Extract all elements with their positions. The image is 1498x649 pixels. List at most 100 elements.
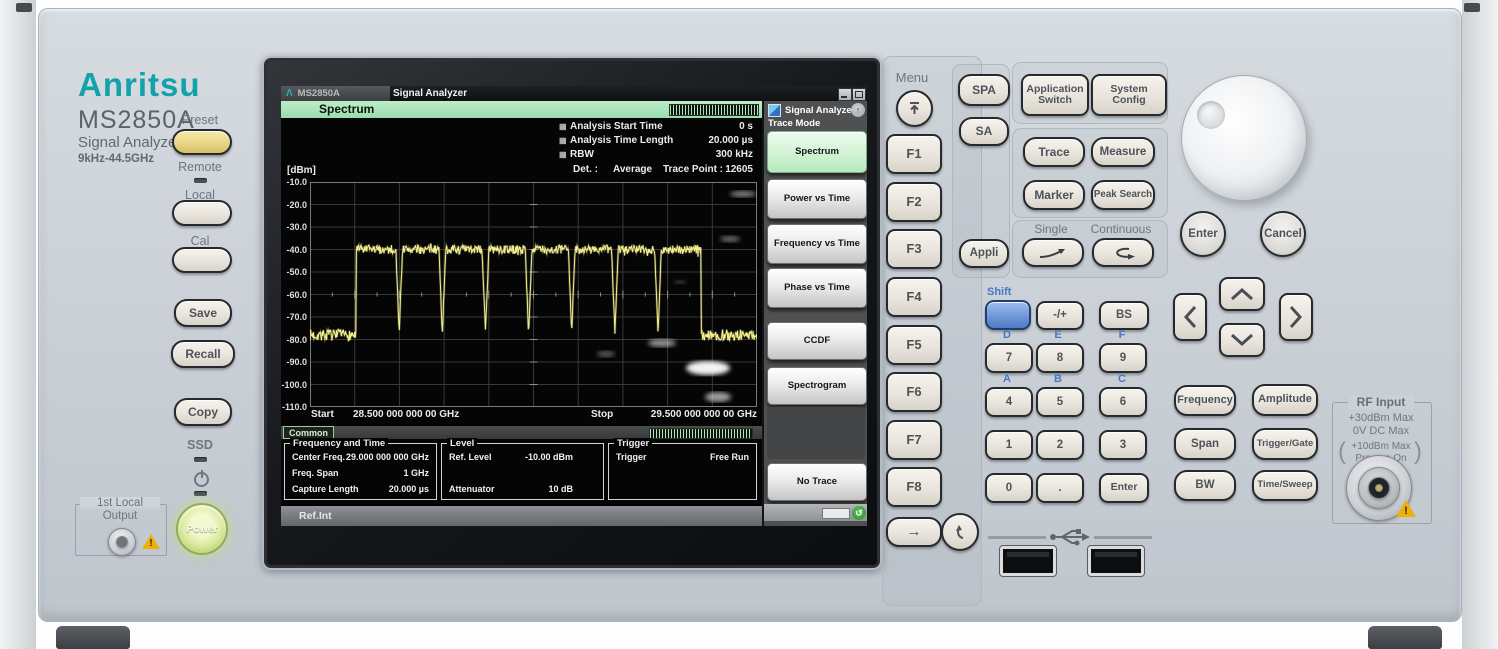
numpad-enter-key[interactable]: Enter: [1099, 473, 1149, 503]
knob-dimple: [1197, 101, 1225, 129]
f4-key[interactable]: F4: [886, 277, 942, 317]
digit-4-key[interactable]: 4: [985, 387, 1033, 417]
hex-d-label: D: [991, 329, 1023, 341]
time-sweep-key[interactable]: Time/Sweep: [1252, 470, 1318, 501]
peak-search-key[interactable]: Peak Search: [1091, 180, 1155, 210]
measure-key[interactable]: Measure: [1091, 137, 1155, 167]
softkey-no-trace[interactable]: No Trace: [767, 463, 867, 501]
decimal-point-key[interactable]: .: [1036, 473, 1084, 503]
left-arrow-key[interactable]: [1173, 293, 1207, 341]
digit-1-key[interactable]: 1: [985, 430, 1033, 460]
marker-key[interactable]: Marker: [1023, 180, 1085, 210]
frequency-key[interactable]: Frequency: [1174, 385, 1236, 416]
left-handle-screw: [16, 3, 32, 12]
menu-collapse-button[interactable]: ↑: [851, 103, 865, 117]
menu-return-button[interactable]: [941, 513, 979, 551]
single-sweep-key[interactable]: [1022, 238, 1084, 267]
digit-0-key[interactable]: 0: [985, 473, 1033, 503]
usb-port-2: [1088, 546, 1144, 576]
softkey-spectrum[interactable]: Spectrum: [767, 131, 867, 173]
down-arrow-key[interactable]: [1219, 323, 1265, 357]
app-icon: [768, 104, 781, 117]
f3-key[interactable]: F3: [886, 229, 942, 269]
system-config-key[interactable]: System Config: [1091, 74, 1167, 116]
titlebar-chip: Λ MS2850A: [281, 86, 390, 101]
digit-8-key[interactable]: 8: [1036, 343, 1084, 373]
menu-key-label: Menu: [887, 70, 937, 85]
maximize-button[interactable]: [852, 88, 866, 101]
spa-key[interactable]: SPA: [958, 74, 1010, 106]
span-key[interactable]: Span: [1174, 428, 1236, 460]
backspace-key[interactable]: BS: [1099, 301, 1149, 330]
amplitude-key[interactable]: Amplitude: [1252, 384, 1318, 416]
param-row: ▦ RBW: [559, 149, 594, 160]
cal-label: Cal: [170, 234, 230, 248]
rf-connector-pin: [1375, 484, 1383, 492]
menu-top-button[interactable]: [896, 90, 933, 127]
bw-key[interactable]: BW: [1174, 470, 1236, 501]
field-value: 20.000 µs: [389, 484, 429, 494]
f5-key[interactable]: F5: [886, 325, 942, 365]
freq-range-label: 9kHz-44.5GHz: [78, 153, 154, 165]
save-button[interactable]: Save: [174, 299, 232, 327]
digit-6-key[interactable]: 6: [1099, 387, 1147, 417]
f2-key[interactable]: F2: [886, 182, 942, 222]
trace-point-value: 12605: [683, 164, 753, 175]
digit-7-key[interactable]: 7: [985, 343, 1033, 373]
f1-key[interactable]: F1: [886, 134, 942, 174]
sa-key[interactable]: SA: [959, 117, 1009, 146]
appli-key[interactable]: Appli: [959, 239, 1009, 268]
cancel-key[interactable]: Cancel: [1260, 211, 1306, 257]
field-label: Trigger: [616, 452, 647, 462]
digit-2-key[interactable]: 2: [1036, 430, 1084, 460]
remote-label: Remote: [170, 160, 230, 174]
softkey-power-vs-time[interactable]: Power vs Time: [767, 179, 867, 219]
digit-5-key[interactable]: 5: [1036, 387, 1084, 417]
continuous-label: Continuous: [1090, 222, 1152, 236]
up-chevron-icon: [1228, 286, 1256, 302]
groupbox-title: Trigger: [614, 438, 652, 449]
menu-footer-indicator: [822, 508, 850, 519]
softkey-phase-vs-time[interactable]: Phase vs Time: [767, 268, 867, 308]
f8-key[interactable]: F8: [886, 467, 942, 507]
softkey-frequency-vs-time[interactable]: Frequency vs Time: [767, 224, 867, 264]
digit-3-key[interactable]: 3: [1099, 430, 1147, 460]
digit-9-key[interactable]: 9: [1099, 343, 1147, 373]
trigger-gate-key[interactable]: Trigger/Gate: [1252, 428, 1318, 460]
cal-button[interactable]: [172, 247, 232, 273]
right-arrow-key[interactable]: [1279, 293, 1313, 341]
rotary-knob[interactable]: [1181, 75, 1307, 201]
down-chevron-icon: [1228, 332, 1256, 348]
param-value: 0 s: [653, 121, 753, 132]
screen: Λ MS2850A Signal Analyzer Spectrum ▦ Ana…: [281, 86, 867, 526]
field-label: Freq. Span: [292, 468, 339, 478]
y-tick-label: -60.0: [281, 290, 307, 300]
ssd-led: [194, 457, 207, 462]
recall-button[interactable]: Recall: [171, 340, 235, 368]
menu-expand-button[interactable]: ↺: [852, 506, 866, 520]
softkey-spectrogram[interactable]: Spectrogram: [767, 367, 867, 405]
field-label: Ref. Level: [449, 452, 492, 462]
copy-button[interactable]: Copy: [174, 398, 232, 426]
preset-button[interactable]: [172, 129, 232, 155]
f6-key[interactable]: F6: [886, 372, 942, 412]
softkey-ccdf[interactable]: CCDF: [767, 322, 867, 360]
menu-footer: ↺: [764, 504, 867, 521]
spectrum-plot: [310, 182, 757, 407]
f7-key[interactable]: F7: [886, 420, 942, 460]
minimize-button[interactable]: [838, 88, 852, 101]
enter-key[interactable]: Enter: [1180, 211, 1226, 257]
shift-key[interactable]: [985, 300, 1031, 330]
continuous-sweep-key[interactable]: [1092, 238, 1154, 267]
header-progress-strip: [669, 104, 759, 116]
power-button[interactable]: Power: [176, 503, 228, 555]
application-switch-key[interactable]: Application Switch: [1021, 74, 1089, 116]
local-button[interactable]: [172, 200, 232, 226]
return-up-arrow-icon: [951, 523, 969, 541]
up-arrow-key[interactable]: [1219, 277, 1265, 311]
reference-status: Ref.Int: [299, 510, 332, 522]
minus-plus-key[interactable]: -/+: [1036, 301, 1084, 330]
hex-b-label: B: [1042, 373, 1074, 385]
next-menu-button[interactable]: →: [886, 517, 942, 547]
trace-key[interactable]: Trace: [1023, 137, 1085, 167]
